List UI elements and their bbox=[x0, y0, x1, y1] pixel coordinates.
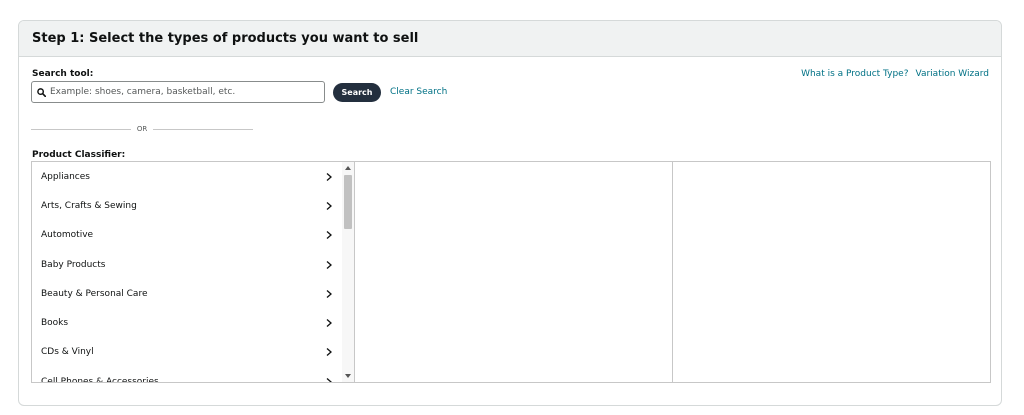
search-input[interactable] bbox=[50, 87, 310, 97]
divider-rule-left bbox=[31, 128, 131, 130]
category-item[interactable]: Appliances bbox=[32, 162, 340, 191]
category-scrollbar[interactable] bbox=[342, 162, 354, 382]
chevron-right-icon bbox=[326, 260, 332, 269]
chevron-right-icon bbox=[326, 319, 332, 328]
category-item[interactable]: Baby Products bbox=[32, 250, 340, 279]
category-list: Appliances Arts, Crafts & Sewing Automotiv… bbox=[32, 162, 340, 382]
category-item[interactable]: Arts, Crafts & Sewing bbox=[32, 191, 340, 220]
category-label: Books bbox=[41, 318, 69, 329]
chevron-right-icon bbox=[326, 348, 332, 357]
divider-rule-right bbox=[153, 128, 253, 130]
chevron-right-icon bbox=[326, 231, 332, 240]
category-label: Cell Phones & Accessories bbox=[41, 376, 159, 382]
scroll-thumb[interactable] bbox=[344, 175, 352, 229]
classifier-column-1: Appliances Arts, Crafts & Sewing Automotiv… bbox=[32, 162, 355, 382]
classifier-column-2 bbox=[355, 162, 673, 382]
category-label: Baby Products bbox=[41, 259, 106, 270]
panel-title: Step 1: Select the types of products you… bbox=[19, 21, 1001, 57]
search-tool-label: Search tool: bbox=[32, 69, 94, 79]
chevron-right-icon bbox=[326, 289, 332, 298]
variation-wizard-link[interactable]: Variation Wizard bbox=[916, 69, 990, 79]
or-divider: OR bbox=[31, 125, 253, 133]
chevron-right-icon bbox=[326, 201, 332, 210]
clear-search-link[interactable]: Clear Search bbox=[390, 87, 447, 97]
scroll-down-arrow[interactable] bbox=[345, 374, 351, 378]
category-item[interactable]: Automotive bbox=[32, 221, 340, 250]
category-item[interactable]: CDs & Vinyl bbox=[32, 338, 340, 367]
category-label: Automotive bbox=[41, 230, 94, 241]
chevron-right-icon bbox=[326, 172, 332, 181]
product-type-panel: Step 1: Select the types of products you… bbox=[18, 20, 1002, 406]
category-item[interactable]: Beauty & Personal Care bbox=[32, 279, 340, 308]
category-label: CDs & Vinyl bbox=[41, 347, 94, 358]
search-box[interactable] bbox=[31, 81, 325, 103]
product-type-help-link[interactable]: What is a Product Type? bbox=[801, 69, 908, 79]
category-label: Arts, Crafts & Sewing bbox=[41, 200, 137, 211]
product-classifier-label: Product Classifier: bbox=[32, 150, 126, 160]
category-label: Beauty & Personal Care bbox=[41, 288, 148, 299]
scroll-up-arrow[interactable] bbox=[345, 166, 351, 170]
category-label: Appliances bbox=[41, 171, 90, 182]
chevron-right-icon bbox=[326, 377, 332, 382]
category-item[interactable]: Cell Phones & Accessories bbox=[32, 367, 340, 382]
category-item[interactable]: Books bbox=[32, 308, 340, 337]
search-button[interactable]: Search bbox=[333, 83, 381, 102]
classifier-column-3 bbox=[673, 162, 990, 382]
or-text: OR bbox=[136, 125, 148, 133]
help-links: What is a Product Type? Variation Wizard bbox=[801, 69, 989, 79]
product-classifier: Appliances Arts, Crafts & Sewing Automotiv… bbox=[31, 161, 991, 383]
search-icon bbox=[37, 87, 46, 97]
panel-body: Search tool: What is a Product Type? Var… bbox=[19, 57, 1001, 405]
